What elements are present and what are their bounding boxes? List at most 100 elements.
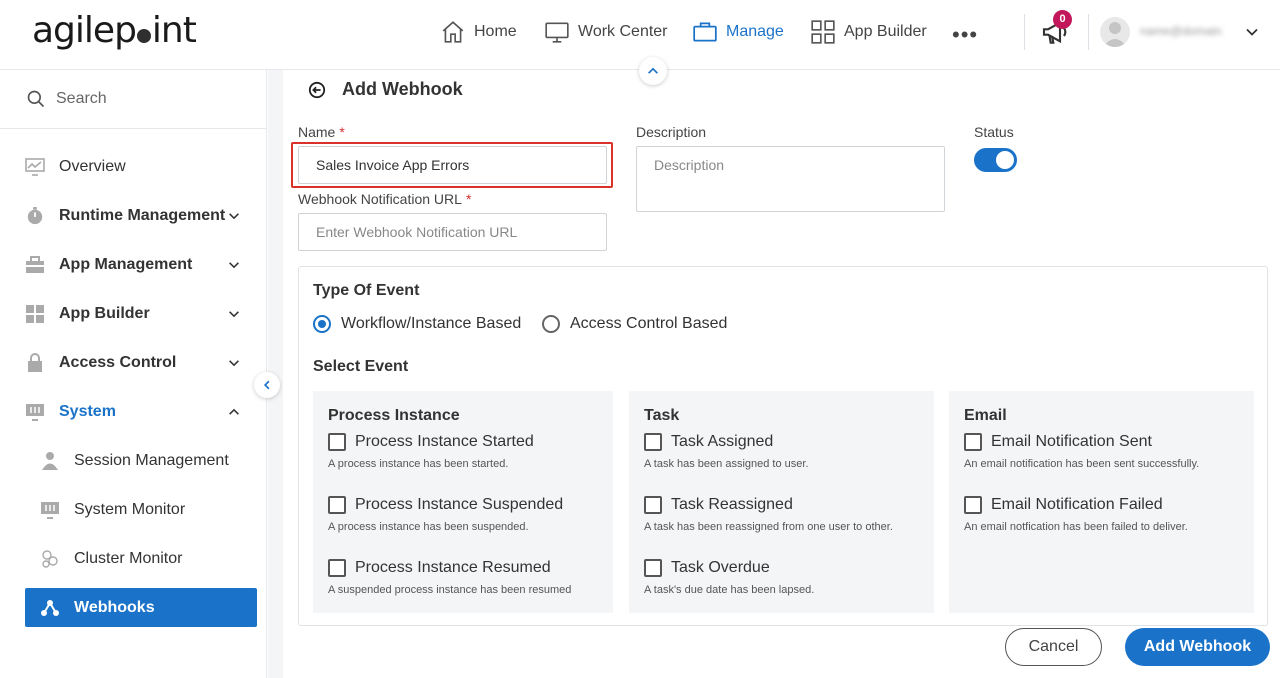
search-input[interactable]: Search [0, 70, 266, 129]
sidebar-item-session-management[interactable]: Session Management [25, 442, 257, 480]
sidebar-item-label: Cluster Monitor [74, 550, 183, 567]
event-item: Task Assigned A task has been assigned t… [644, 433, 929, 470]
required-mark: * [465, 191, 472, 207]
nav-app-builder[interactable]: App Builder [810, 18, 927, 46]
sidebar-item-system[interactable]: System [25, 393, 257, 431]
sidebar-item-app-builder[interactable]: App Builder [25, 295, 257, 333]
event-description: A process instance has been started. [328, 458, 509, 470]
nav-home[interactable]: Home [440, 18, 517, 46]
event-checkbox[interactable] [328, 496, 346, 514]
sidebar-item-label: App Builder [59, 305, 150, 322]
radio-access-control[interactable]: Access Control Based [542, 315, 727, 333]
chevron-up-icon [229, 408, 239, 415]
event-description: A process instance has been suspended. [328, 521, 529, 533]
event-checkbox[interactable] [964, 496, 982, 514]
sidebar-item-runtime-management[interactable]: Runtime Management [25, 197, 257, 235]
event-label: Task Reassigned [671, 496, 793, 513]
event-description: An email notification has been sent succ… [964, 458, 1200, 470]
radio-button-selected[interactable] [313, 315, 331, 333]
event-item: Process Instance Started A process insta… [328, 433, 613, 470]
chevron-down-icon [229, 360, 239, 367]
description-label: Description [636, 124, 707, 140]
status-toggle[interactable] [974, 148, 1017, 172]
user-name: name@domain [1140, 24, 1222, 38]
collapse-sidebar-button[interactable] [254, 372, 280, 398]
nav-app-builder-label: App Builder [844, 23, 927, 40]
sidebar-item-cluster-monitor[interactable]: Cluster Monitor [25, 540, 257, 578]
webhook-icon [40, 598, 60, 618]
stopwatch-icon [25, 206, 45, 226]
chevron-up-icon [648, 67, 658, 74]
sidebar-item-overview[interactable]: Overview [25, 148, 257, 186]
more-icon[interactable]: ••• [952, 22, 978, 48]
user-icon [1103, 22, 1127, 47]
chevron-left-icon [263, 380, 270, 390]
url-field[interactable]: Enter Webhook Notification URL [298, 213, 607, 251]
avatar[interactable] [1100, 17, 1130, 47]
collapse-header-button[interactable] [639, 57, 667, 85]
cancel-button[interactable]: Cancel [1005, 628, 1102, 666]
sidebar-item-label: Webhooks [74, 598, 155, 616]
event-checkbox[interactable] [644, 559, 662, 577]
nav-manage[interactable]: Manage [692, 18, 784, 46]
event-settings: Type Of Event Workflow/Instance Based Ac… [298, 266, 1268, 626]
sidebar-item-access-control[interactable]: Access Control [25, 344, 257, 382]
home-icon [442, 21, 464, 43]
radio-label: Access Control Based [570, 315, 728, 332]
cluster-icon [40, 549, 60, 569]
required-mark: * [339, 124, 345, 140]
lock-icon [25, 353, 45, 373]
chevron-down-icon[interactable] [1244, 24, 1260, 40]
event-description: A suspended process instance has been re… [328, 584, 572, 596]
grid-icon [25, 304, 45, 324]
column-title: Task [644, 407, 680, 424]
search-icon [27, 90, 45, 108]
event-label: Process Instance Started [355, 433, 534, 450]
back-arrow-icon[interactable] [308, 81, 326, 99]
radio-label: Workflow/Instance Based [341, 315, 522, 332]
event-item: Task Overdue A task's due date has been … [644, 559, 929, 596]
sidebar-item-webhooks[interactable]: Webhooks [25, 588, 257, 627]
divider [1024, 14, 1025, 50]
name-field-highlight [291, 142, 613, 188]
user-session-icon [40, 451, 60, 471]
sidebar-item-label: Session Management [74, 452, 229, 469]
event-label: Process Instance Suspended [355, 496, 564, 513]
column-title: Email [964, 407, 1007, 424]
event-checkbox[interactable] [328, 433, 346, 451]
event-item: Email Notification Sent An email notific… [964, 433, 1249, 470]
radio-button[interactable] [542, 315, 560, 333]
toolbox-icon [25, 255, 45, 275]
system-icon [25, 402, 45, 422]
description-field[interactable]: Description [636, 146, 945, 212]
event-description: An email notfication has been failed to … [964, 521, 1188, 533]
url-label-text: Webhook Notification URL [298, 191, 462, 207]
sidebar-item-label: Access Control [59, 354, 177, 371]
agilepoint-logo[interactable]: agilep int [32, 10, 197, 51]
grid-icon [811, 20, 835, 44]
event-label: Task Overdue [671, 559, 770, 576]
radio-workflow-instance[interactable]: Workflow/Instance Based [313, 315, 521, 333]
column-title: Process Instance [328, 407, 460, 424]
nav-work-center[interactable]: Work Center [544, 18, 668, 46]
event-checkbox[interactable] [644, 496, 662, 514]
event-checkbox[interactable] [964, 433, 982, 451]
status-label: Status [974, 124, 1014, 140]
event-checkbox[interactable] [644, 433, 662, 451]
search-placeholder: Search [56, 90, 107, 107]
event-item: Process Instance Suspended A process ins… [328, 496, 613, 533]
chevron-down-icon [229, 311, 239, 318]
page-title-text: Add Webhook [342, 79, 463, 99]
nav-manage-label: Manage [726, 23, 784, 40]
add-webhook-button[interactable]: Add Webhook [1125, 628, 1270, 666]
sidebar-item-label: Runtime Management [59, 207, 226, 224]
sidebar-item-system-monitor[interactable]: System Monitor [25, 491, 257, 529]
event-checkbox[interactable] [328, 559, 346, 577]
select-event-title: Select Event [313, 358, 409, 375]
nav-home-label: Home [474, 23, 517, 40]
notification-badge: 0 [1053, 10, 1072, 29]
event-description: A task has been reassigned from one user… [644, 521, 893, 533]
event-item: Process Instance Resumed A suspended pro… [328, 559, 613, 596]
monitor-icon [545, 22, 569, 43]
sidebar-item-app-management[interactable]: App Management [25, 246, 257, 284]
